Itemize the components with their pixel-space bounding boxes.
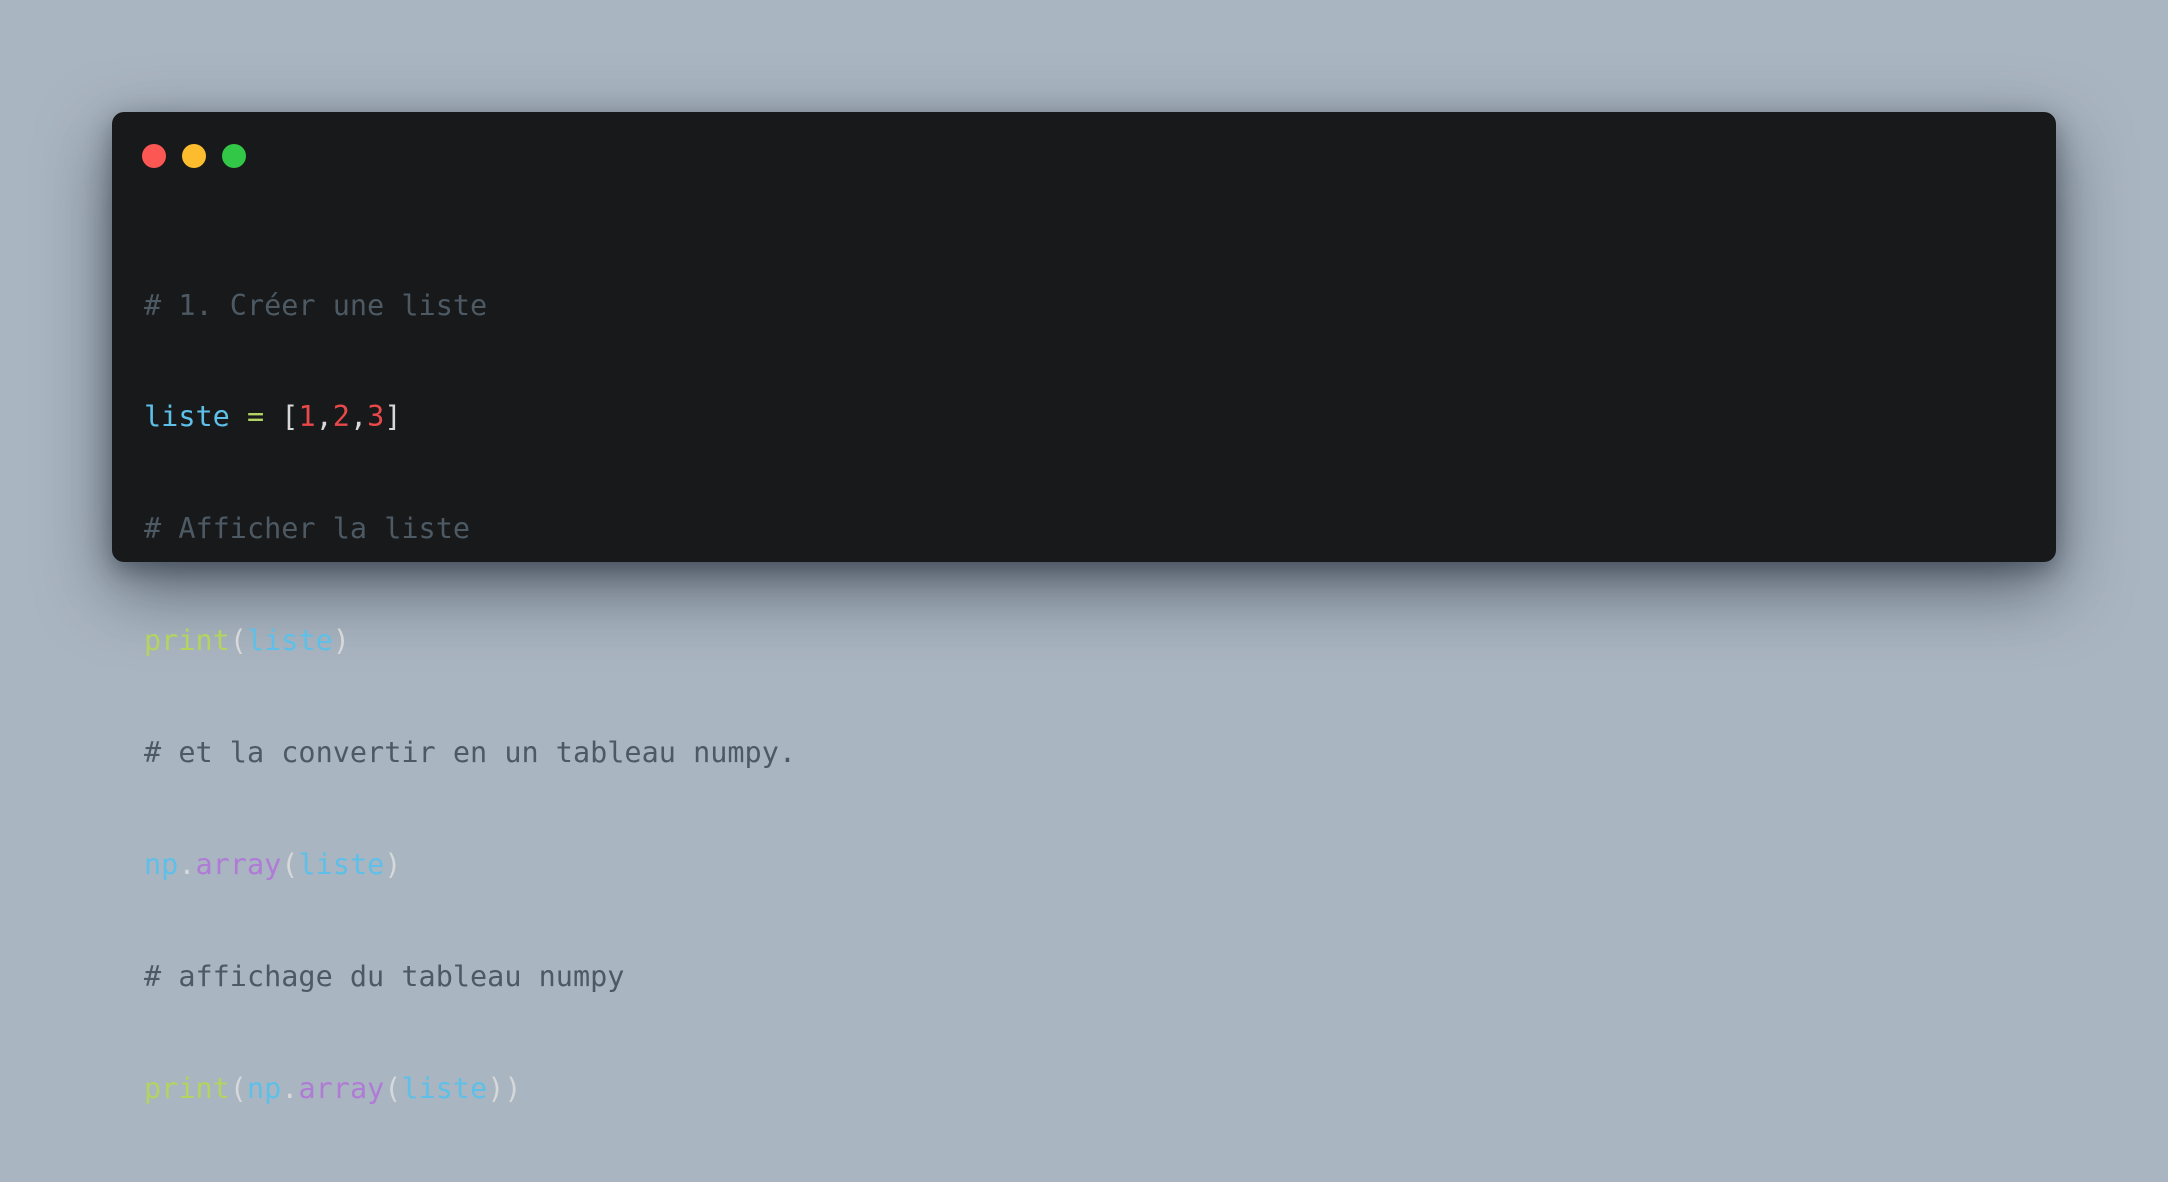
zoom-button[interactable] [222, 144, 246, 168]
dot-operator: . [178, 848, 196, 882]
function-print: print [144, 624, 230, 658]
comment: # et la convertir en un tableau numpy. [144, 736, 797, 770]
close-paren: ) [384, 848, 402, 882]
close-bracket: ] [384, 400, 402, 434]
code-line-1: # 1. Créer une liste [144, 287, 796, 324]
code-line-4: print(liste) [144, 622, 796, 659]
minimize-button[interactable] [182, 144, 206, 168]
argument-liste: liste [298, 848, 385, 882]
comment: # 1. Créer une liste [144, 288, 488, 322]
variable-liste: liste [144, 400, 230, 434]
argument-liste: liste [246, 624, 333, 658]
code-window: # 1. Créer une liste liste = [1,2,3] # A… [112, 112, 2056, 1105]
open-paren: ( [229, 624, 247, 658]
number-3: 3 [367, 400, 385, 434]
close-parens: )) [487, 1071, 522, 1105]
dot-operator: . [281, 1071, 299, 1105]
module-np: np [144, 848, 179, 882]
code-block: # 1. Créer une liste liste = [1,2,3] # A… [144, 212, 796, 1182]
method-array: array [298, 1071, 385, 1105]
code-line-2: liste = [1,2,3] [144, 398, 796, 435]
code-line-6: np.array(liste) [144, 846, 796, 883]
comma: , [349, 400, 368, 434]
number-2: 2 [332, 400, 350, 434]
code-line-5: # et la convertir en un tableau numpy. [144, 734, 796, 771]
open-paren: ( [384, 1071, 402, 1105]
comment: # affichage du tableau numpy [144, 959, 625, 993]
open-paren: ( [229, 1071, 247, 1105]
code-line-7: # affichage du tableau numpy [144, 958, 796, 995]
assign-operator: = [229, 400, 282, 434]
open-bracket: [ [281, 400, 299, 434]
method-array: array [195, 848, 282, 882]
module-np: np [246, 1071, 282, 1105]
open-paren: ( [281, 848, 299, 882]
close-button[interactable] [142, 144, 166, 168]
function-print: print [144, 1071, 230, 1105]
number-1: 1 [298, 400, 316, 434]
close-paren: ) [332, 624, 350, 658]
comma: , [315, 400, 333, 434]
code-line-3: # Afficher la liste [144, 510, 796, 547]
code-line-8: print(np.array(liste)) [144, 1070, 796, 1107]
window-controls [142, 144, 246, 168]
argument-liste: liste [401, 1071, 488, 1105]
comment: # Afficher la liste [144, 512, 471, 546]
